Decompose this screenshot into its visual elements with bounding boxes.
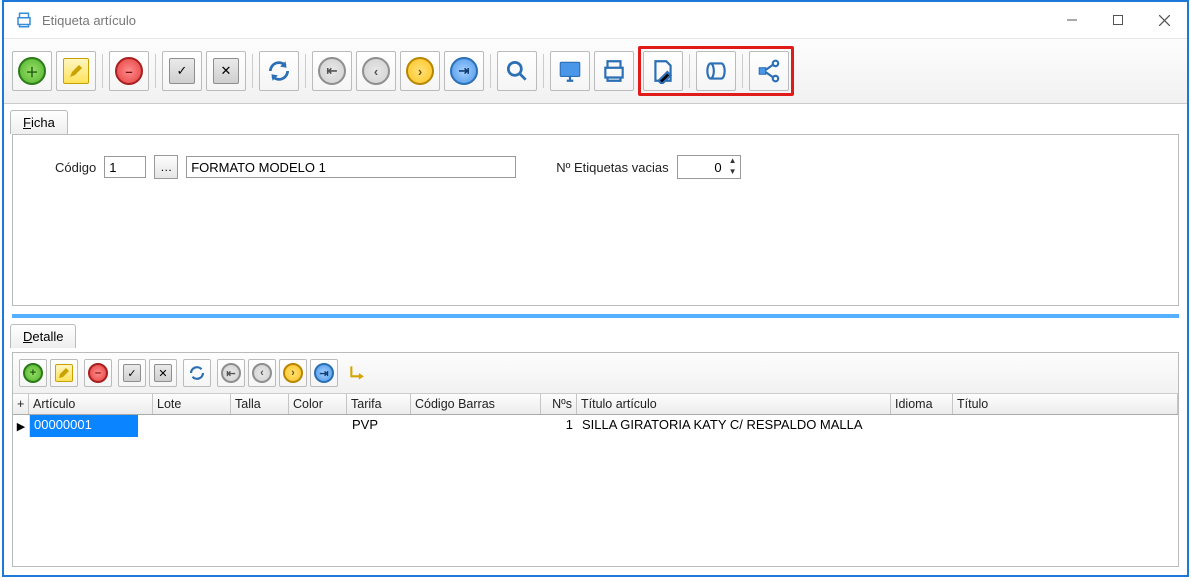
tab-detalle[interactable]: Detalle [10,324,76,348]
highlighted-toolbar-group [638,46,794,96]
maximize-button[interactable] [1095,2,1141,38]
grid-header: + Artículo Lote Talla Color Tarifa Códig… [13,394,1178,415]
tab-ficha[interactable]: Ficha [10,110,68,134]
detalle-first-button[interactable]: ⇤ [217,359,245,387]
edit-button[interactable] [56,51,96,91]
ficha-tabstrip: Ficha [4,104,1187,134]
printer-icon [14,10,34,30]
cell-idioma[interactable] [892,415,954,437]
detalle-go-button[interactable] [344,359,372,387]
delete-button[interactable]: – [109,51,149,91]
cell-codigo-barras[interactable] [412,415,542,437]
detalle-edit-button[interactable] [50,359,78,387]
row-marker-icon: ▶ [13,415,30,437]
detalle-cancel-button[interactable]: ✕ [149,359,177,387]
detalle-last-button[interactable]: ⇥ [310,359,338,387]
cell-lote[interactable] [154,415,232,437]
detalle-refresh-button[interactable] [183,359,211,387]
detalle-add-button[interactable]: + [19,359,47,387]
main-toolbar: ＋ – ✓ ✕ ⇤ ‹ › ⇥ [4,39,1187,104]
design-button[interactable] [643,51,683,91]
cell-titulo[interactable] [954,415,1178,437]
grid-head-articulo[interactable]: Artículo [29,394,153,414]
cancel-button[interactable]: ✕ [206,51,246,91]
window-title: Etiqueta artículo [42,13,136,28]
prev-button[interactable]: ‹ [356,51,396,91]
ficha-panel: Código … Nº Etiquetas vacias ▲ ▼ [12,134,1179,306]
first-button[interactable]: ⇤ [312,51,352,91]
codigo-lookup-button[interactable]: … [154,155,178,179]
detalle-tabstrip: Detalle [4,318,1187,348]
grid-head-color[interactable]: Color [289,394,347,414]
grid-add-column[interactable]: + [13,394,29,414]
last-button[interactable]: ⇥ [444,51,484,91]
grid-head-nos[interactable]: Nºs [541,394,577,414]
grid-head-talla[interactable]: Talla [231,394,289,414]
cell-tarifa[interactable]: PVP [348,415,412,437]
codigo-label: Código [55,160,96,175]
app-window: Etiqueta artículo ＋ – ✓ ✕ ⇤ ‹ › ⇥ [2,0,1189,577]
add-button[interactable]: ＋ [12,51,52,91]
print-button[interactable] [594,51,634,91]
etiquetas-spin-up[interactable]: ▲ [727,156,739,167]
minimize-button[interactable] [1049,2,1095,38]
detalle-toolbar: + – ✓ ✕ ⇤ ‹ › ⇥ [13,353,1178,394]
detalle-delete-button[interactable]: – [84,359,112,387]
share-button[interactable] [749,51,789,91]
detalle-next-button[interactable]: › [279,359,307,387]
codigo-row: Código … Nº Etiquetas vacias ▲ ▼ [55,155,1166,179]
etiquetas-label: Nº Etiquetas vacias [556,160,668,175]
cell-titulo-articulo[interactable]: SILLA GIRATORIA KATY C/ RESPALDO MALLA [578,415,892,437]
grid-head-idioma[interactable]: Idioma [891,394,953,414]
grid-row[interactable]: ▶ 00000001 PVP 1 SILLA GIRATORIA KATY C/… [13,415,1178,437]
roll-button[interactable] [696,51,736,91]
cell-color[interactable] [290,415,348,437]
screen-button[interactable] [550,51,590,91]
etiquetas-spin-down[interactable]: ▼ [727,167,739,178]
grid-head-titulo-articulo[interactable]: Título artículo [577,394,891,414]
detalle-confirm-button[interactable]: ✓ [118,359,146,387]
confirm-button[interactable]: ✓ [162,51,202,91]
grid-head-titulo[interactable]: Título [953,394,1178,414]
grid-head-codigo-barras[interactable]: Código Barras [411,394,541,414]
codigo-input[interactable] [104,156,146,178]
cell-articulo[interactable]: 00000001 [30,415,138,437]
close-button[interactable] [1141,2,1187,38]
codigo-desc-input[interactable] [186,156,516,178]
search-button[interactable] [497,51,537,91]
grid-head-lote[interactable]: Lote [153,394,231,414]
next-button[interactable]: › [400,51,440,91]
cell-talla[interactable] [232,415,290,437]
detalle-panel: + – ✓ ✕ ⇤ ‹ › ⇥ + Artículo Lote Talla Co… [12,352,1179,567]
titlebar: Etiqueta artículo [4,2,1187,39]
detalle-prev-button[interactable]: ‹ [248,359,276,387]
refresh-button[interactable] [259,51,299,91]
grid-head-tarifa[interactable]: Tarifa [347,394,411,414]
cell-nos[interactable]: 1 [542,415,578,437]
